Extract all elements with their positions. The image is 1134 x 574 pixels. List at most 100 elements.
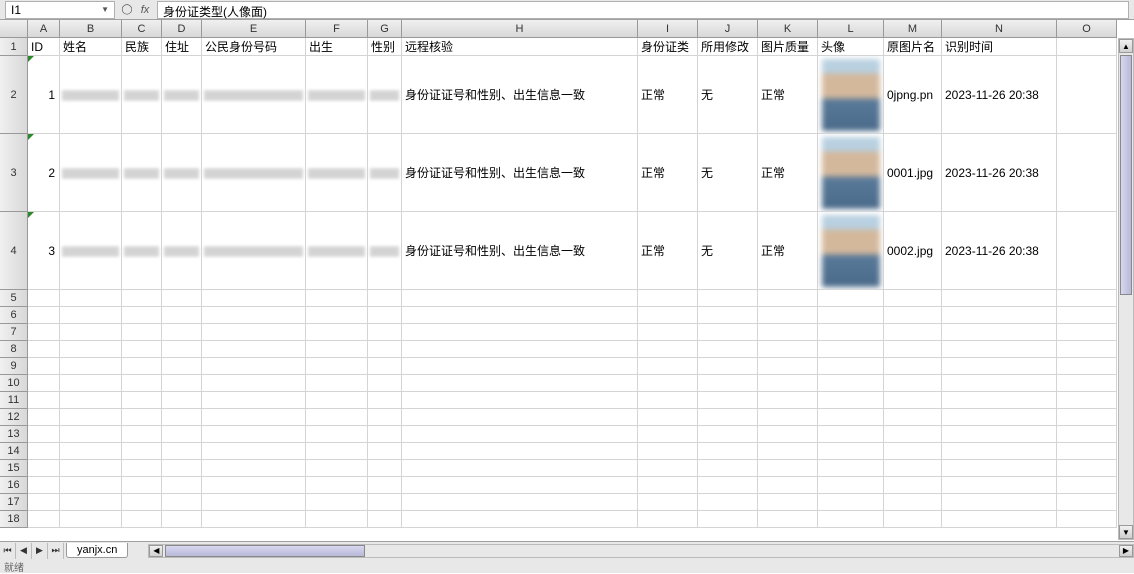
circle-icon[interactable]: ◯ bbox=[119, 2, 135, 18]
cell[interactable] bbox=[638, 375, 698, 392]
cell[interactable] bbox=[202, 56, 306, 134]
cell[interactable] bbox=[638, 392, 698, 409]
cell[interactable] bbox=[122, 494, 162, 511]
cell[interactable] bbox=[818, 426, 884, 443]
cell[interactable] bbox=[818, 134, 884, 212]
cell[interactable] bbox=[1057, 511, 1117, 528]
cell[interactable] bbox=[1057, 134, 1117, 212]
scroll-down-arrow-icon[interactable]: ▼ bbox=[1119, 525, 1133, 539]
cell[interactable] bbox=[162, 494, 202, 511]
column-header[interactable]: D bbox=[162, 20, 202, 38]
cell[interactable] bbox=[368, 494, 402, 511]
cell[interactable] bbox=[1057, 341, 1117, 358]
cell[interactable]: 正常 bbox=[758, 212, 818, 290]
cell[interactable] bbox=[122, 341, 162, 358]
cell[interactable] bbox=[638, 477, 698, 494]
cell[interactable] bbox=[402, 426, 638, 443]
cell[interactable] bbox=[306, 324, 368, 341]
cell[interactable] bbox=[758, 375, 818, 392]
column-header[interactable]: I bbox=[638, 20, 698, 38]
cell[interactable] bbox=[698, 477, 758, 494]
cell[interactable] bbox=[638, 358, 698, 375]
cell[interactable] bbox=[818, 477, 884, 494]
row-header[interactable]: 6 bbox=[0, 307, 28, 324]
vertical-scrollbar[interactable]: ▲ ▼ bbox=[1118, 38, 1134, 540]
cell[interactable] bbox=[60, 134, 122, 212]
cell[interactable] bbox=[162, 392, 202, 409]
cell[interactable]: 所用修改 bbox=[698, 38, 758, 56]
cell[interactable] bbox=[638, 494, 698, 511]
cell[interactable] bbox=[884, 358, 942, 375]
cell[interactable] bbox=[28, 460, 60, 477]
cell[interactable] bbox=[1057, 56, 1117, 134]
cell[interactable]: 无 bbox=[698, 212, 758, 290]
cell[interactable] bbox=[162, 307, 202, 324]
cell[interactable] bbox=[942, 341, 1057, 358]
cell[interactable] bbox=[942, 392, 1057, 409]
cell[interactable] bbox=[698, 494, 758, 511]
cell[interactable] bbox=[122, 392, 162, 409]
column-header[interactable]: C bbox=[122, 20, 162, 38]
cell[interactable] bbox=[368, 392, 402, 409]
cell[interactable] bbox=[306, 477, 368, 494]
row-header[interactable]: 14 bbox=[0, 443, 28, 460]
cell[interactable] bbox=[638, 409, 698, 426]
cell[interactable] bbox=[818, 341, 884, 358]
column-header[interactable]: N bbox=[942, 20, 1057, 38]
row-header[interactable]: 4 bbox=[0, 212, 28, 290]
cell[interactable] bbox=[368, 443, 402, 460]
cell[interactable] bbox=[28, 511, 60, 528]
cell[interactable] bbox=[202, 375, 306, 392]
cell[interactable] bbox=[60, 307, 122, 324]
row-header[interactable]: 1 bbox=[0, 38, 28, 56]
cell[interactable] bbox=[818, 460, 884, 477]
cell[interactable] bbox=[818, 56, 884, 134]
cell[interactable] bbox=[28, 477, 60, 494]
cell[interactable] bbox=[1057, 290, 1117, 307]
row-header[interactable]: 16 bbox=[0, 477, 28, 494]
cell[interactable] bbox=[402, 409, 638, 426]
cell[interactable]: 住址 bbox=[162, 38, 202, 56]
cell[interactable]: 性别 bbox=[368, 38, 402, 56]
cell[interactable] bbox=[162, 324, 202, 341]
cell[interactable] bbox=[122, 358, 162, 375]
cell[interactable] bbox=[698, 409, 758, 426]
cell[interactable] bbox=[1057, 324, 1117, 341]
cell[interactable] bbox=[942, 511, 1057, 528]
cell[interactable] bbox=[60, 426, 122, 443]
cell[interactable] bbox=[638, 341, 698, 358]
cell[interactable] bbox=[638, 307, 698, 324]
cell[interactable] bbox=[368, 212, 402, 290]
column-header[interactable]: F bbox=[306, 20, 368, 38]
cell[interactable] bbox=[28, 494, 60, 511]
cell[interactable] bbox=[884, 324, 942, 341]
cell[interactable] bbox=[1057, 409, 1117, 426]
cell[interactable] bbox=[60, 341, 122, 358]
column-header[interactable]: J bbox=[698, 20, 758, 38]
cell[interactable]: 1 bbox=[28, 56, 60, 134]
cell[interactable] bbox=[884, 290, 942, 307]
cell[interactable]: 民族 bbox=[122, 38, 162, 56]
cell[interactable] bbox=[884, 375, 942, 392]
cell[interactable] bbox=[758, 477, 818, 494]
tab-nav-next-icon[interactable]: ▶ bbox=[32, 543, 48, 559]
cell[interactable] bbox=[60, 392, 122, 409]
cell[interactable] bbox=[28, 392, 60, 409]
cell[interactable]: 正常 bbox=[638, 134, 698, 212]
cell[interactable] bbox=[28, 426, 60, 443]
cell[interactable] bbox=[28, 409, 60, 426]
column-header[interactable]: E bbox=[202, 20, 306, 38]
cell[interactable] bbox=[122, 375, 162, 392]
cell[interactable]: 身份证证号和性别、出生信息一致 bbox=[402, 56, 638, 134]
cell[interactable] bbox=[60, 358, 122, 375]
cell[interactable] bbox=[368, 307, 402, 324]
cell[interactable] bbox=[162, 212, 202, 290]
cell[interactable] bbox=[1057, 443, 1117, 460]
cell[interactable] bbox=[402, 392, 638, 409]
column-header[interactable]: G bbox=[368, 20, 402, 38]
cell[interactable] bbox=[122, 290, 162, 307]
cell[interactable] bbox=[758, 426, 818, 443]
cell[interactable] bbox=[758, 494, 818, 511]
cell[interactable]: 远程核验 bbox=[402, 38, 638, 56]
cell[interactable] bbox=[122, 324, 162, 341]
